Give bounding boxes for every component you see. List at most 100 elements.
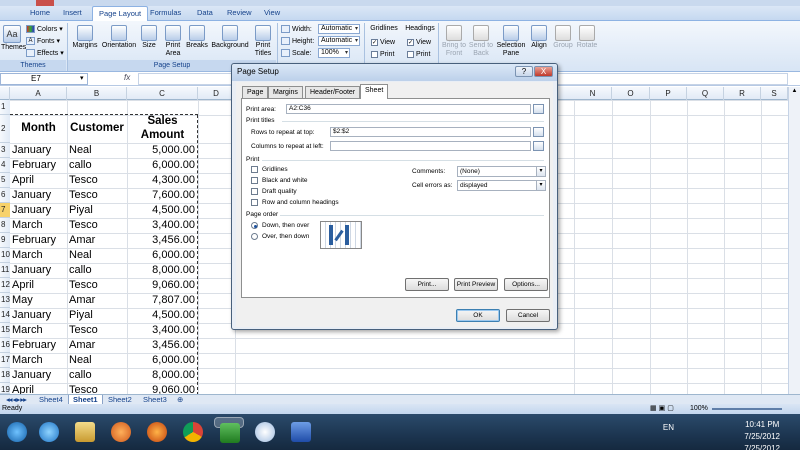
row-header[interactable]: 3 <box>0 143 10 158</box>
column-header[interactable]: A <box>10 87 67 100</box>
sales-cell[interactable]: 7,807.00 <box>127 293 195 308</box>
sales-cell[interactable]: 6,000.00 <box>127 158 195 173</box>
customer-cell[interactable]: Neal <box>69 248 125 263</box>
month-cell[interactable]: March <box>12 248 67 263</box>
column-header[interactable]: B <box>67 87 127 100</box>
customer-cell[interactable]: Tesco <box>69 218 125 233</box>
month-cell[interactable]: February <box>12 233 67 248</box>
column-header[interactable]: R <box>724 87 761 100</box>
column-header[interactable]: O <box>612 87 650 100</box>
vertical-scrollbar[interactable]: ▲ <box>788 87 800 394</box>
month-cell[interactable]: February <box>12 158 67 173</box>
tab-page-layout[interactable]: Page Layout <box>92 6 149 21</box>
customer-cell[interactable]: Neal <box>69 353 125 368</box>
column-header[interactable] <box>558 87 574 100</box>
print-area-button[interactable]: Print Area <box>161 25 185 58</box>
black-white-checkbox[interactable] <box>251 177 258 184</box>
customer-cell[interactable]: Piyal <box>69 308 125 323</box>
row-header[interactable]: 9 <box>0 233 10 248</box>
headings-print-check[interactable]: Print <box>407 49 430 59</box>
group-button[interactable]: Group <box>552 25 574 50</box>
sales-cell[interactable]: 6,000.00 <box>127 353 195 368</box>
cancel-button[interactable]: Cancel <box>506 309 550 322</box>
rotate-button[interactable]: Rotate <box>576 25 598 50</box>
comments-select[interactable]: (None) ▾ <box>457 166 546 177</box>
row-header[interactable]: 11 <box>0 263 10 278</box>
month-cell[interactable]: May <box>12 293 67 308</box>
range-picker-icon[interactable] <box>533 141 544 151</box>
ie-icon[interactable] <box>34 417 64 447</box>
customer-cell[interactable]: Tesco <box>69 323 125 338</box>
month-cell[interactable]: March <box>12 353 67 368</box>
tab-insert[interactable]: Insert <box>63 8 82 17</box>
word-icon[interactable] <box>286 417 316 447</box>
chevron-down-icon[interactable]: ▾ <box>80 74 84 82</box>
sales-cell[interactable]: 3,456.00 <box>127 233 195 248</box>
month-cell[interactable]: January <box>12 368 67 383</box>
send-to-back-button[interactable]: Send to Back <box>468 25 494 58</box>
row-header-selected[interactable]: 7 <box>0 203 10 218</box>
explorer-icon[interactable] <box>70 417 100 447</box>
month-cell[interactable]: April <box>12 383 67 394</box>
selection-pane-button[interactable]: Selection Pane <box>496 25 526 58</box>
customer-cell[interactable]: Tesco <box>69 188 125 203</box>
margins-button[interactable]: Margins <box>70 25 100 50</box>
scale-spinner[interactable]: 100% <box>318 48 350 58</box>
media-player-icon[interactable] <box>106 417 136 447</box>
print-titles-button[interactable]: Print Titles <box>252 25 274 58</box>
print-button[interactable]: Print... <box>405 278 449 291</box>
row-header[interactable]: 5 <box>0 173 10 188</box>
range-picker-icon[interactable] <box>533 127 544 137</box>
excel-icon[interactable] <box>214 417 244 443</box>
size-button[interactable]: Size <box>139 25 159 50</box>
help-button[interactable]: ? <box>515 66 533 77</box>
fonts-button[interactable]: A Fonts ▾ <box>26 36 60 46</box>
column-header[interactable]: P <box>650 87 687 100</box>
header-sales-line1[interactable]: Sales <box>127 115 198 128</box>
row-header[interactable]: 17 <box>0 353 10 368</box>
row-header[interactable]: 18 <box>0 368 10 383</box>
customer-cell[interactable]: callo <box>69 263 125 278</box>
column-header[interactable]: N <box>574 87 612 100</box>
sales-cell[interactable]: 5,000.00 <box>127 143 195 158</box>
month-cell[interactable]: April <box>12 278 67 293</box>
month-cell[interactable]: January <box>12 188 67 203</box>
month-cell[interactable]: March <box>12 323 67 338</box>
sales-cell[interactable]: 3,400.00 <box>127 218 195 233</box>
customer-cell[interactable]: Neal <box>69 143 125 158</box>
column-header[interactable]: C <box>127 87 198 100</box>
tab-review[interactable]: Review <box>227 8 252 17</box>
customer-cell[interactable]: Piyal <box>69 203 125 218</box>
name-box[interactable]: E7 <box>0 73 88 85</box>
firefox-icon[interactable] <box>142 417 172 447</box>
dialog-tab-margins[interactable]: Margins <box>268 86 303 98</box>
view-buttons-icon[interactable]: ▦▣▢ <box>650 404 676 414</box>
customer-cell[interactable]: Tesco <box>69 278 125 293</box>
down-then-over-radio[interactable] <box>251 222 258 229</box>
month-cell[interactable]: April <box>12 173 67 188</box>
dialog-close-button[interactable]: X <box>534 66 553 77</box>
tab-formulas[interactable]: Formulas <box>150 8 181 17</box>
background-button[interactable]: Background <box>209 25 251 50</box>
row-header[interactable]: 15 <box>0 323 10 338</box>
row-col-headings-checkbox[interactable] <box>251 199 258 206</box>
headings-view-check[interactable]: ✓ View <box>407 37 431 47</box>
dialog-tab-sheet[interactable]: Sheet <box>360 84 389 99</box>
effects-button[interactable]: Effects ▾ <box>26 48 64 58</box>
month-cell[interactable]: January <box>12 263 67 278</box>
over-then-down-radio[interactable] <box>251 233 258 240</box>
rows-repeat-input[interactable]: $2:$2 <box>330 127 531 137</box>
scroll-up-icon[interactable]: ▲ <box>790 88 799 97</box>
row-header[interactable]: 1 <box>0 100 10 115</box>
column-header[interactable]: S <box>761 87 788 100</box>
sales-cell[interactable]: 9,060.00 <box>127 383 195 394</box>
row-header[interactable]: 2 <box>0 115 10 143</box>
customer-cell[interactable]: Tesco <box>69 173 125 188</box>
cell-errors-select[interactable]: displayed ▾ <box>457 180 546 191</box>
sales-cell[interactable]: 9,060.00 <box>127 278 195 293</box>
customer-cell[interactable]: Amar <box>69 233 125 248</box>
header-sales-line2[interactable]: Amount <box>127 129 198 142</box>
sales-cell[interactable]: 7,600.00 <box>127 188 195 203</box>
breaks-button[interactable]: Breaks <box>186 25 208 50</box>
gridlines-checkbox[interactable] <box>251 166 258 173</box>
